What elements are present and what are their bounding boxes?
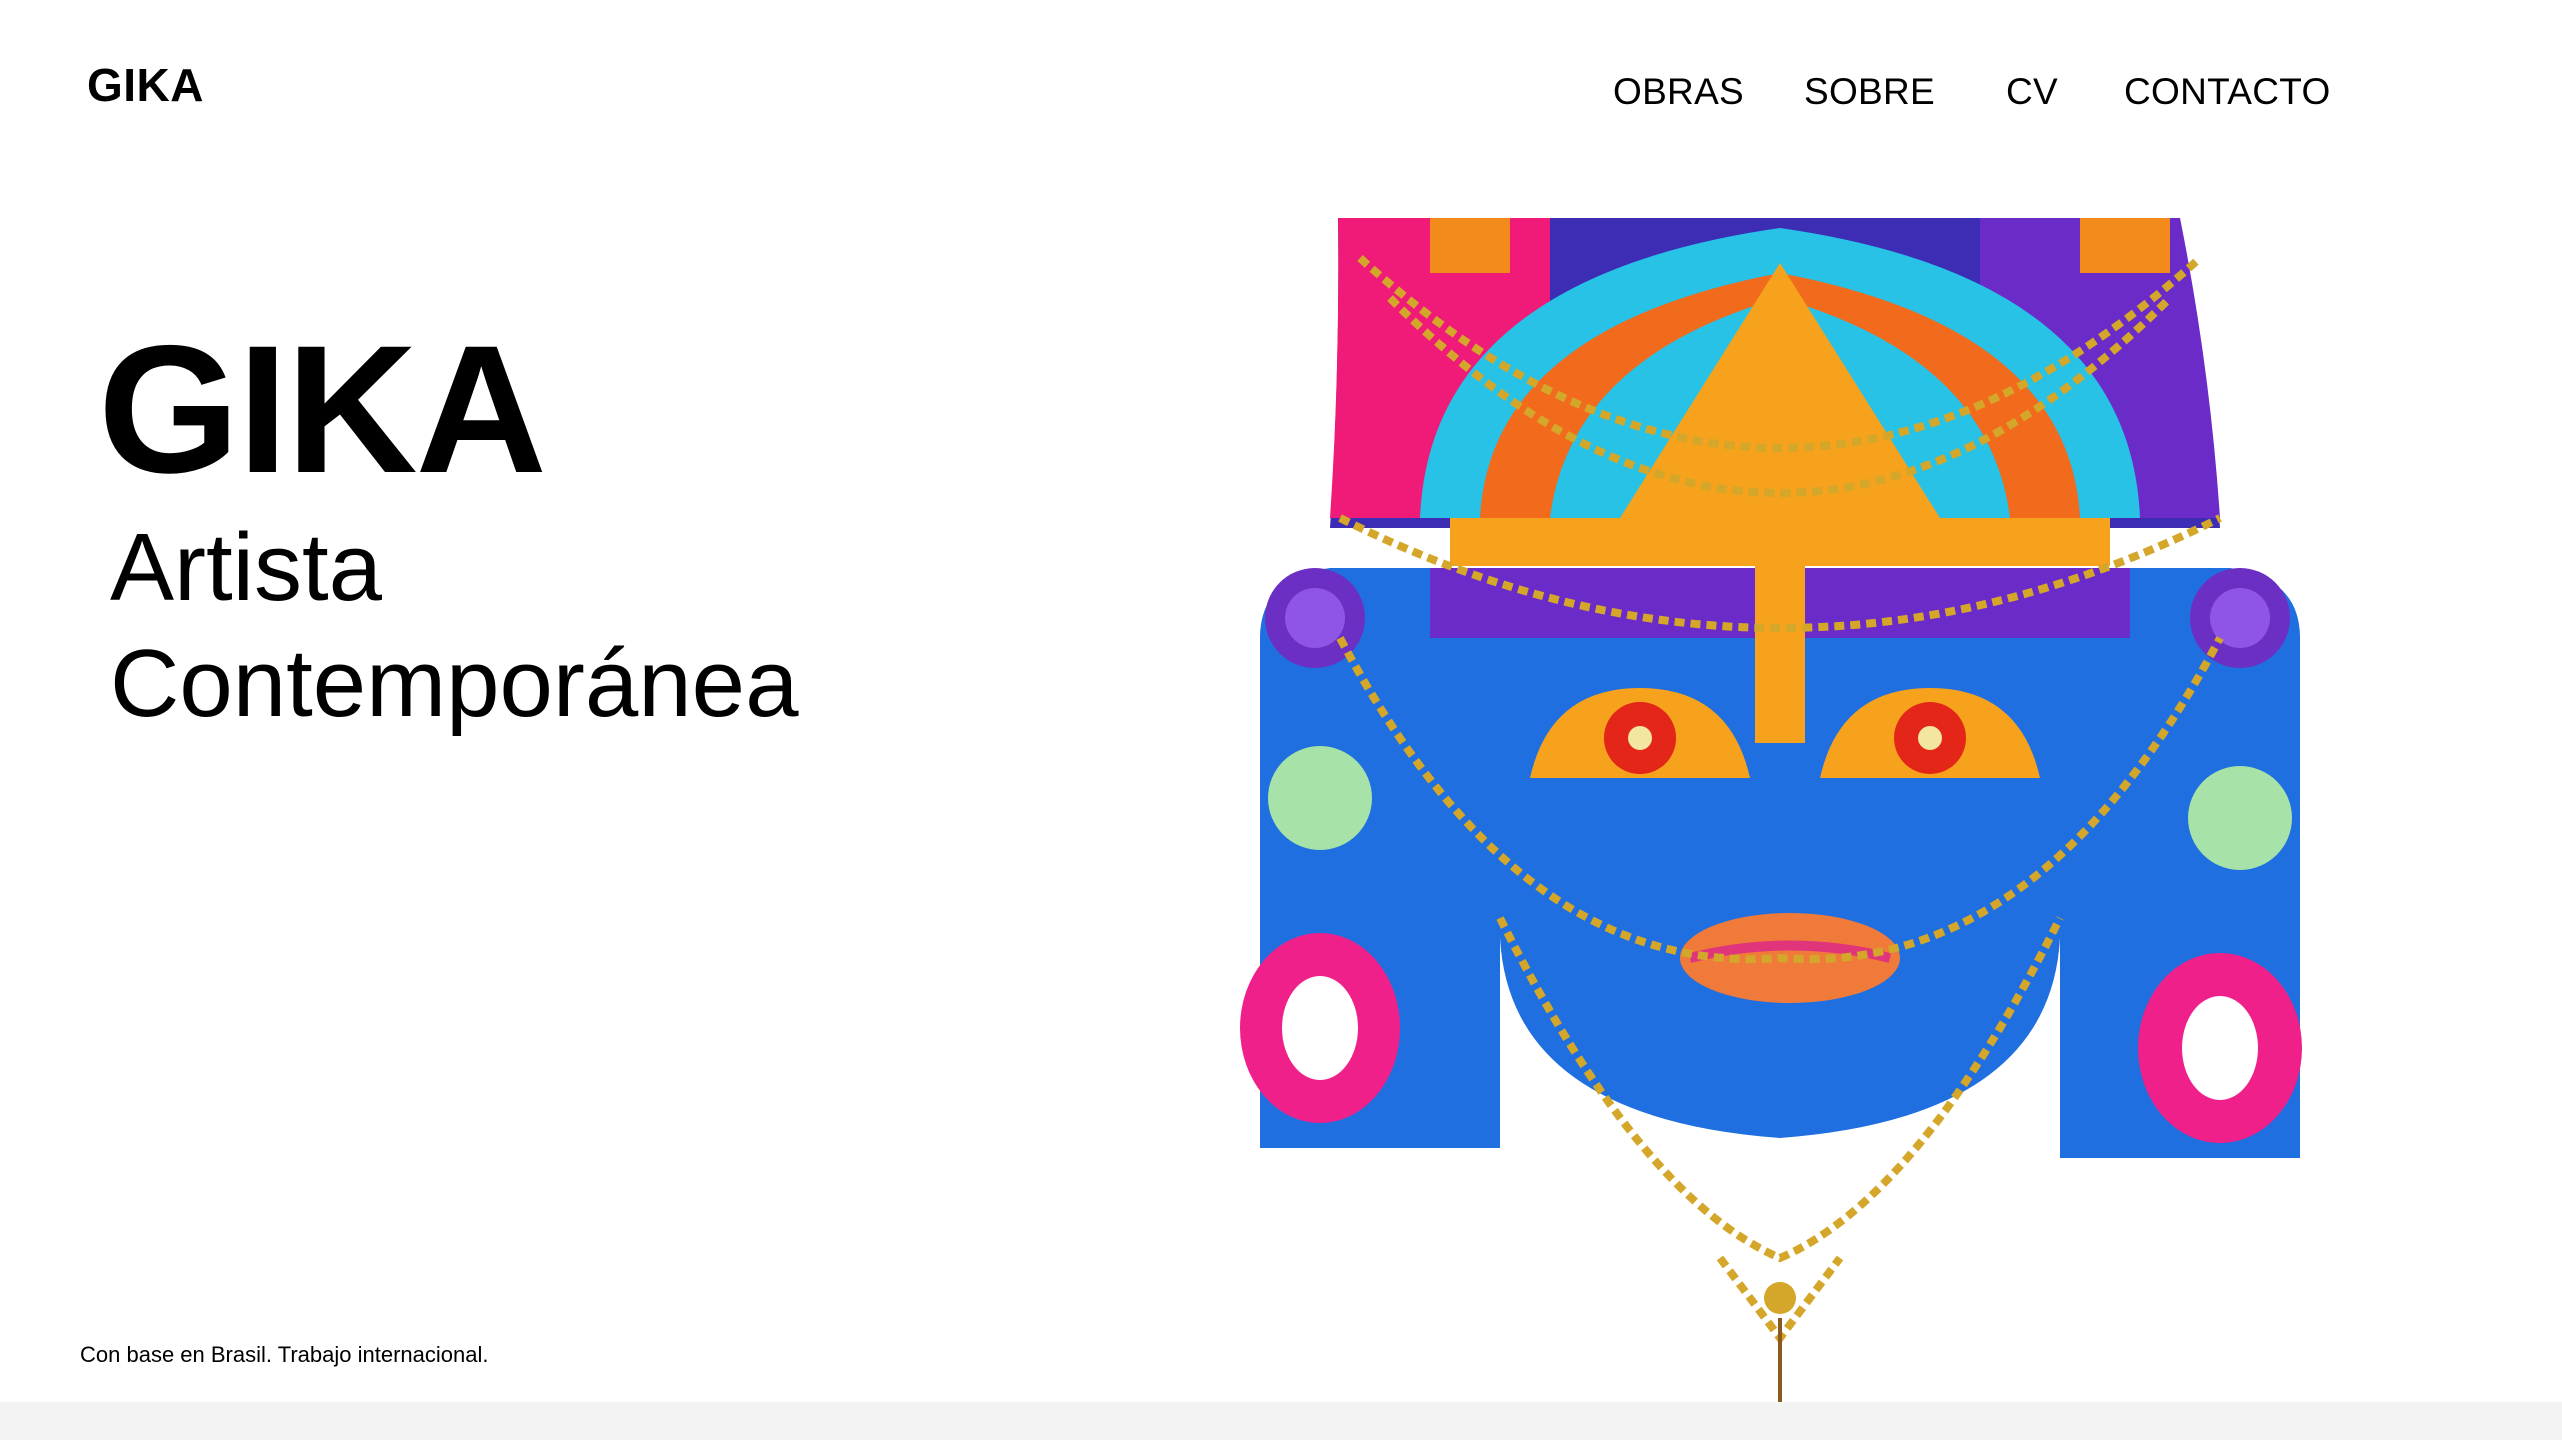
nav-obras[interactable]: OBRAS [1613,70,1744,114]
hero-subtitle-line1: Artista [110,514,383,621]
hero-subtitle-line2: Contemporánea [110,630,799,737]
hero-title: GIKA [98,307,547,511]
hero-subtitle: Artista Contemporánea [110,510,798,742]
nav-contacto[interactable]: CONTACTO [2124,70,2331,114]
nav-sobre[interactable]: SOBRE [1804,70,1935,114]
artwork-mask-image [1240,218,2302,1402]
mask-headdress [1330,218,2220,566]
main-nav: OBRAS SOBRE CV CONTACTO [0,70,2562,114]
mask-pendant [1764,1282,1796,1402]
footer-note: Con base en Brasil. Trabajo internaciona… [80,1342,489,1367]
bottom-bar [0,1402,2562,1440]
nav-cv[interactable]: CV [2006,70,2058,114]
